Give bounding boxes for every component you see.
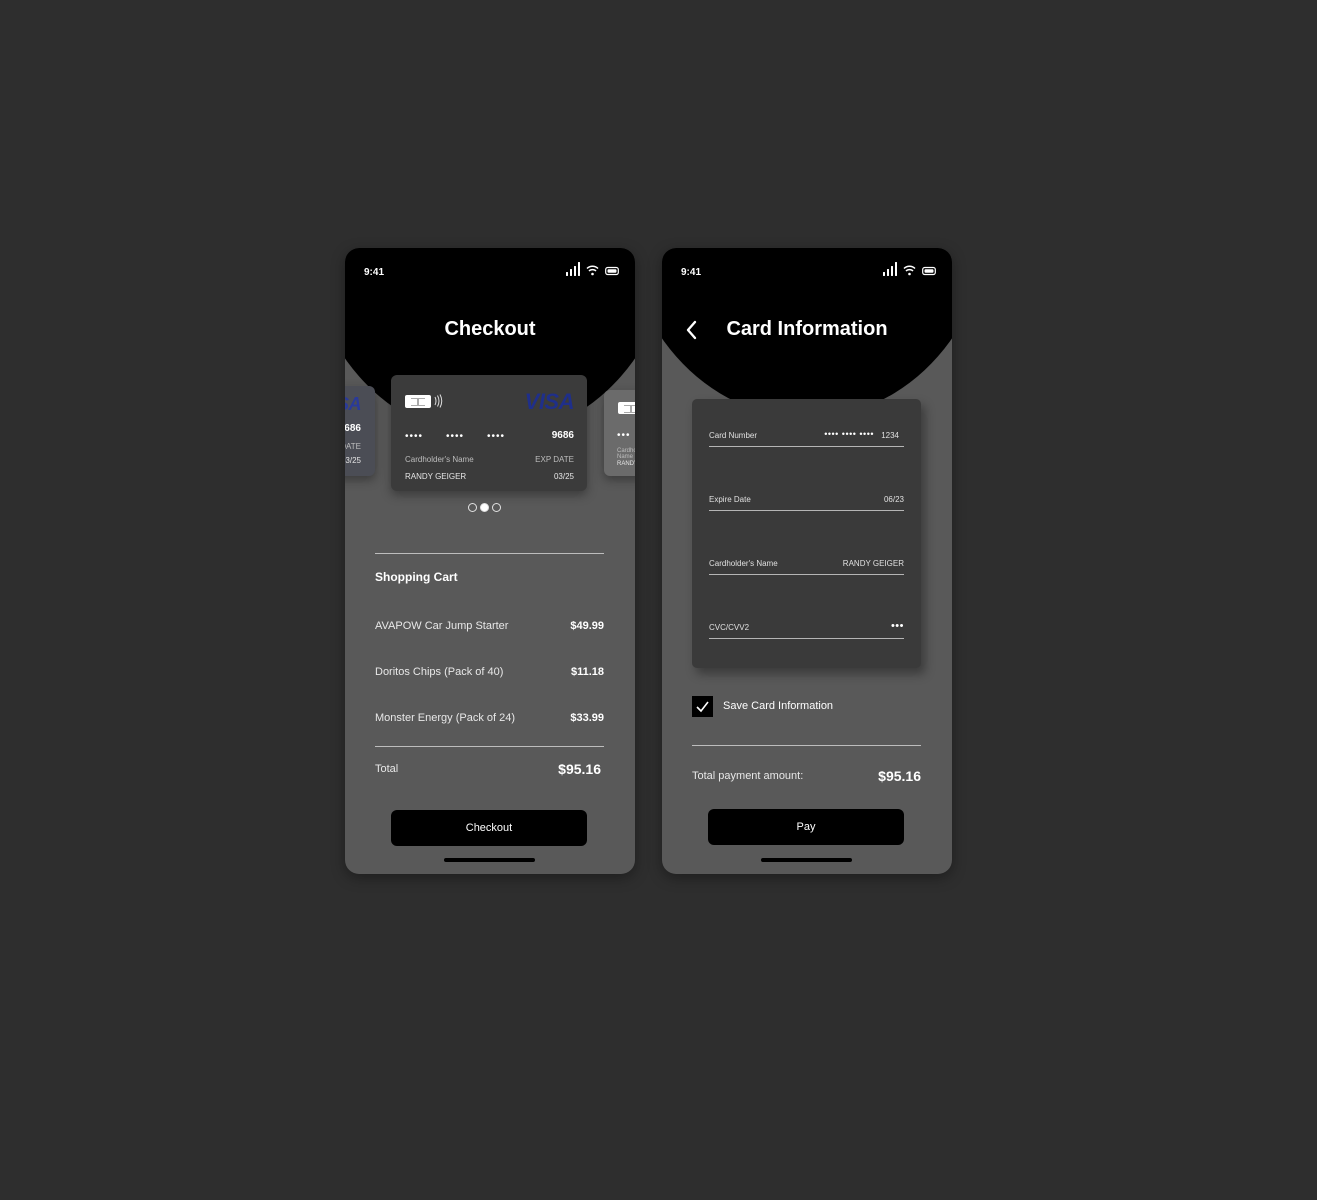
status-bar: 9:41 <box>662 248 952 292</box>
status-time: 9:41 <box>681 267 702 278</box>
payment-card-prev[interactable]: VISA 9686 EXP DATE 03/25 <box>345 386 375 476</box>
expire-date-field[interactable]: Expire Date 06/23 <box>709 495 904 511</box>
card-number-group: •••• <box>446 431 465 442</box>
cardholder-name-field[interactable]: Cardholder's Name RANDY GEIGER <box>709 559 904 575</box>
checkout-button[interactable]: Checkout <box>391 810 587 846</box>
card-number-masked: •••• •••• •••• <box>824 429 874 439</box>
cart-item: Doritos Chips (Pack of 40) $11.18 <box>375 666 604 678</box>
card-number-last4: 1234 <box>881 431 899 440</box>
save-card-label[interactable]: Save Card Information <box>723 700 833 712</box>
chip-icon <box>618 402 635 414</box>
pager-dot-active[interactable] <box>479 503 489 512</box>
card-number-field[interactable]: Card Number •••• •••• •••• 1234 <box>709 429 904 447</box>
total-row: Total $95.16 <box>375 761 601 777</box>
item-name: AVAPOW Car Jump Starter <box>375 620 509 632</box>
home-indicator <box>761 858 852 862</box>
pager-dot[interactable] <box>467 503 477 512</box>
total-amount: $95.16 <box>558 761 601 777</box>
card-number-label: Card Number <box>709 431 758 440</box>
cardholder-label: Cardholder's Name <box>617 448 635 460</box>
card-number-group: ••• <box>617 430 631 441</box>
card-number-group: •••• <box>487 431 506 442</box>
exp-value: 03/25 <box>345 456 361 465</box>
item-price: $33.99 <box>570 712 604 724</box>
cardholder-name: RANDY GEIGER <box>405 472 467 481</box>
card-last4: 9686 <box>345 423 361 434</box>
total-payment-amount: $95.16 <box>878 768 921 784</box>
card-last4: 9686 <box>551 430 574 441</box>
cardholder-name-label: Cardholder's Name <box>709 559 778 568</box>
cardholder-label: Cardholder's Name <box>405 455 474 464</box>
card-number-group: •••• <box>405 431 424 442</box>
cardholder-name-value: RANDY GEIGER <box>842 559 904 568</box>
cardholder-name: RANDY GEIGER <box>617 461 635 467</box>
expire-date-label: Expire Date <box>709 495 751 504</box>
exp-label: EXP DATE <box>345 442 361 451</box>
status-bar: 9:41 <box>345 248 635 292</box>
divider <box>692 745 921 746</box>
home-indicator <box>444 858 535 862</box>
chip-icon <box>405 395 431 408</box>
payment-card-next[interactable]: ••• Cardholder's Name RANDY GEIGER <box>604 390 635 476</box>
item-name: Monster Energy (Pack of 24) <box>375 712 516 724</box>
exp-value: 03/25 <box>553 472 574 481</box>
cart-item: Monster Energy (Pack of 24) $33.99 <box>375 712 604 724</box>
divider <box>375 553 604 554</box>
cvc-field[interactable]: CVC/CVV2 ••• <box>709 620 904 639</box>
exp-label: EXP DATE <box>535 455 574 464</box>
card-form: Card Number •••• •••• •••• 1234 Expire D… <box>692 399 921 668</box>
item-name: Doritos Chips (Pack of 40) <box>375 666 504 678</box>
card-pager <box>345 503 629 512</box>
battery-icon <box>605 266 619 276</box>
signal-icon <box>565 262 580 276</box>
item-price: $49.99 <box>570 620 604 632</box>
page-title: Card Information <box>726 318 888 340</box>
total-label: Total <box>375 763 399 775</box>
cart-item: AVAPOW Car Jump Starter $49.99 <box>375 620 604 632</box>
status-time: 9:41 <box>364 267 385 278</box>
shopping-cart-title: Shopping Cart <box>375 570 458 584</box>
total-payment-label: Total payment amount: <box>692 770 804 782</box>
card-information-screen: 9:41 Card Information Card Number •••• •… <box>662 248 952 874</box>
page-title: Checkout <box>444 318 536 340</box>
visa-logo: VISA <box>345 394 362 414</box>
item-price: $11.18 <box>570 666 604 678</box>
wifi-icon <box>586 264 599 276</box>
payment-card-selected[interactable]: VISA •••• •••• •••• 9686 Cardholder's Na… <box>391 375 587 491</box>
visa-logo: VISA <box>524 389 575 414</box>
pay-button[interactable]: Pay <box>708 809 904 845</box>
total-payment-row: Total payment amount: $95.16 <box>692 768 921 784</box>
expire-date-value: 06/23 <box>883 495 904 504</box>
checkout-screen: 9:41 Checkout VISA 9686 EXP DATE 03/25 V… <box>345 248 635 874</box>
contactless-icon <box>433 394 443 413</box>
battery-icon <box>922 266 936 276</box>
pager-dot[interactable] <box>491 503 501 512</box>
signal-icon <box>882 262 897 276</box>
checkmark-icon <box>696 701 709 713</box>
wifi-icon <box>903 264 916 276</box>
divider <box>375 746 604 747</box>
cvc-label: CVC/CVV2 <box>709 623 750 632</box>
save-card-checkbox[interactable] <box>692 696 713 717</box>
cvc-value: ••• <box>890 620 904 632</box>
